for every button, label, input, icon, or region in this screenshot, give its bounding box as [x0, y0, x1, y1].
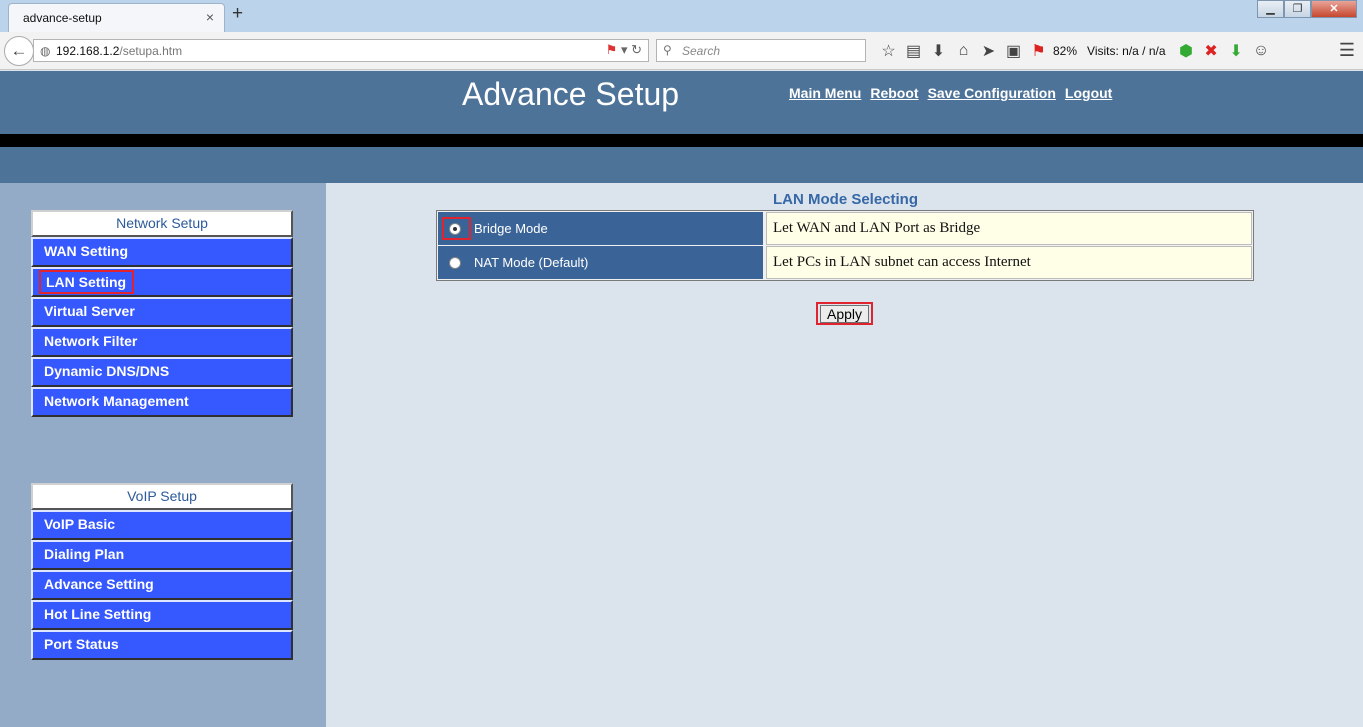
flag-icon[interactable]: ⚑ [606, 42, 618, 57]
mode-row-bridge: Bridge Mode Let WAN and LAN Port as Brid… [438, 212, 1252, 245]
url-path: /setupa.htm [119, 44, 183, 58]
page-title: Advance Setup [462, 76, 680, 112]
addon-icon[interactable]: ⬢ [1174, 41, 1199, 61]
smiley-icon[interactable]: ☺ [1249, 42, 1274, 60]
reading-list-icon[interactable]: ▤ [901, 41, 926, 61]
address-bar[interactable]: ◍ 192.168.1.2/setupa.htm ⚑ ▾ ↻ [33, 39, 649, 62]
section-title: LAN Mode Selecting [773, 191, 919, 208]
sidebar-item-wan-setting[interactable]: WAN Setting [31, 237, 293, 267]
sidebar-item-virtual-server[interactable]: Virtual Server [31, 297, 293, 327]
nat-mode-description: Let PCs in LAN subnet can access Interne… [773, 254, 1031, 270]
flag-addon-icon[interactable]: ⚑ [1026, 41, 1051, 61]
menu-item-label: Network Filter [44, 333, 138, 349]
header-links: Main Menu Reboot Save Configuration Logo… [789, 85, 1112, 101]
download-icon[interactable]: ⬇ [926, 41, 951, 61]
send-icon[interactable]: ➤ [976, 41, 1001, 61]
menu-item-label: VoIP Basic [44, 516, 116, 532]
network-setup-heading: Network Setup [31, 210, 293, 237]
toolbar-icons: ☆ ▤ ⬇ ⌂ ➤ ▣ ⚑ 82% Visits: n/a / n/a ⬢ ✖ … [876, 41, 1274, 61]
home-icon[interactable]: ⌂ [951, 42, 976, 60]
nat-mode-radio[interactable] [449, 257, 461, 269]
sidebar-item-advance-setting[interactable]: Advance Setting [31, 570, 293, 600]
radio-highlight [442, 217, 471, 240]
block-icon[interactable]: ✖ [1199, 41, 1224, 61]
url-host: 192.168.1.2 [56, 44, 120, 58]
menu-item-label: Hot Line Setting [44, 606, 152, 622]
window-controls: ▁ ❐ ✕ [1257, 0, 1357, 18]
tab-close-icon[interactable]: × [206, 9, 214, 25]
mode-description-cell: Let PCs in LAN subnet can access Interne… [766, 246, 1252, 279]
search-icon: ⚲ [663, 43, 672, 57]
mode-label-cell: NAT Mode (Default) [438, 246, 763, 279]
globe-icon: ◍ [40, 44, 51, 58]
sub-header-bar [0, 147, 1363, 183]
url-actions: ⚑ ▾ ↻ [606, 42, 642, 58]
sidebar: Network Setup WAN Setting LAN Setting Vi… [0, 183, 326, 727]
header-divider [0, 134, 1363, 147]
battery-percent: 82% [1053, 44, 1078, 58]
voip-setup-menu: VoIP Setup VoIP Basic Dialing Plan Advan… [31, 483, 293, 660]
sidebar-item-lan-setting[interactable]: LAN Setting [31, 267, 293, 297]
main-menu-link[interactable]: Main Menu [789, 85, 861, 101]
menu-item-label: Network Management [44, 393, 189, 409]
menu-item-label: LAN Setting [39, 270, 135, 294]
close-window-button[interactable]: ✕ [1311, 0, 1357, 18]
dropdown-icon[interactable]: ▾ [621, 42, 628, 57]
lan-mode-table: Bridge Mode Let WAN and LAN Port as Brid… [436, 210, 1254, 281]
menu-item-label: Advance Setting [44, 576, 154, 592]
network-setup-menu: Network Setup WAN Setting LAN Setting Vi… [31, 210, 293, 417]
green-download-icon[interactable]: ⬇ [1224, 41, 1249, 61]
sidebar-item-port-status[interactable]: Port Status [31, 630, 293, 660]
voip-setup-heading: VoIP Setup [31, 483, 293, 510]
menu-item-label: Virtual Server [44, 303, 135, 319]
bookmark-star-icon[interactable]: ☆ [876, 41, 901, 61]
sidebar-item-network-management[interactable]: Network Management [31, 387, 293, 417]
menu-item-label: Dialing Plan [44, 546, 125, 562]
logout-link[interactable]: Logout [1065, 85, 1112, 101]
browser-tab-bar: advance-setup × + ▁ ❐ ✕ [0, 0, 1363, 32]
reload-icon[interactable]: ↻ [631, 42, 642, 57]
search-box[interactable]: ⚲ Search [656, 39, 866, 62]
browser-nav-bar: ← ◍ 192.168.1.2/setupa.htm ⚑ ▾ ↻ ⚲ Searc… [0, 32, 1363, 70]
tab-title: advance-setup [23, 11, 102, 25]
mode-description-cell: Let WAN and LAN Port as Bridge [766, 212, 1252, 245]
mode-row-nat: NAT Mode (Default) Let PCs in LAN subnet… [438, 246, 1252, 279]
menu-item-label: Dynamic DNS/DNS [44, 363, 170, 379]
minimize-button[interactable]: ▁ [1257, 0, 1284, 18]
sidebar-item-dynamic-dns[interactable]: Dynamic DNS/DNS [31, 357, 293, 387]
menu-icon[interactable]: ☰ [1339, 40, 1355, 61]
page-header: Advance Setup Main Menu Reboot Save Conf… [0, 71, 1363, 134]
back-button[interactable]: ← [4, 36, 34, 66]
maximize-button[interactable]: ❐ [1284, 0, 1311, 18]
search-placeholder: Search [682, 44, 721, 58]
bridge-mode-description: Let WAN and LAN Port as Bridge [773, 220, 981, 236]
reboot-link[interactable]: Reboot [870, 85, 918, 101]
apply-highlight: Apply [816, 302, 873, 325]
url-text: 192.168.1.2/setupa.htm [56, 44, 182, 58]
nat-mode-label: NAT Mode (Default) [474, 255, 589, 270]
sidebar-item-hot-line-setting[interactable]: Hot Line Setting [31, 600, 293, 630]
sidebar-item-voip-basic[interactable]: VoIP Basic [31, 510, 293, 540]
menu-item-label: WAN Setting [44, 243, 128, 259]
sidebar-item-dialing-plan[interactable]: Dialing Plan [31, 540, 293, 570]
mode-label-cell: Bridge Mode [438, 212, 763, 245]
new-tab-icon[interactable]: + [232, 3, 243, 25]
save-configuration-link[interactable]: Save Configuration [928, 85, 1056, 101]
menu-item-label: Port Status [44, 636, 119, 652]
youtube-icon[interactable]: ▣ [1001, 41, 1026, 61]
bridge-mode-label: Bridge Mode [474, 221, 548, 236]
browser-tab[interactable]: advance-setup × [8, 3, 225, 32]
apply-button[interactable]: Apply [820, 305, 869, 323]
visits-counter: Visits: n/a / n/a [1087, 44, 1166, 58]
sidebar-item-network-filter[interactable]: Network Filter [31, 327, 293, 357]
